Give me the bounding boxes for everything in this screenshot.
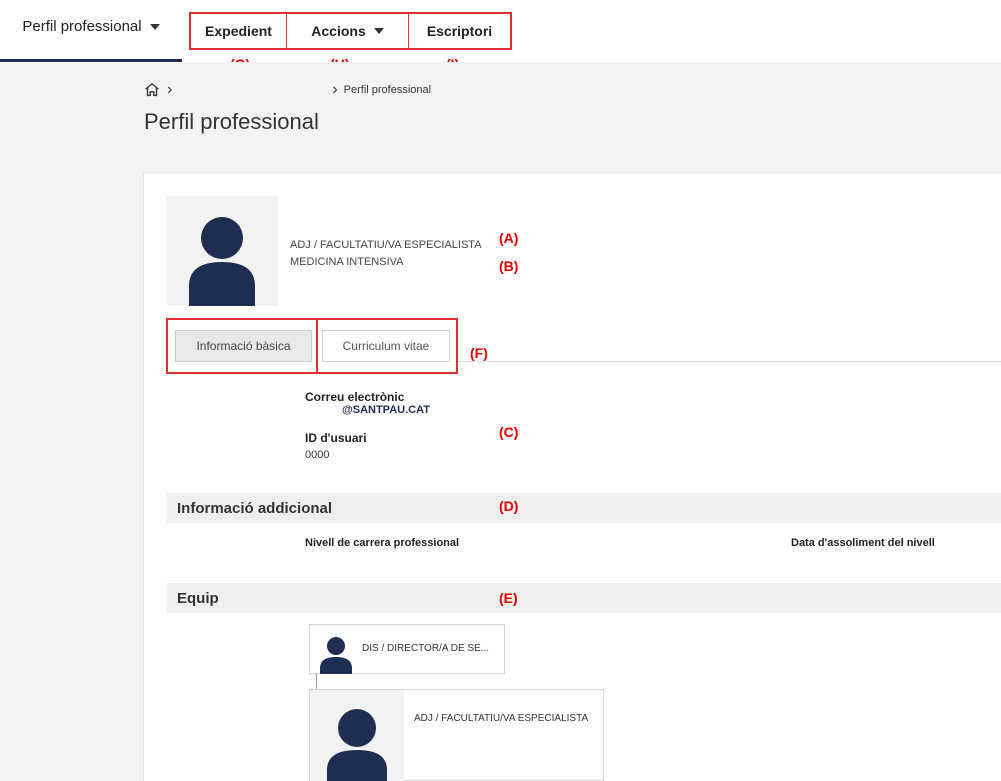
nav-profile-dropdown[interactable]: Perfil professional: [0, 0, 182, 62]
team-member-role: ADJ / FACULTATIU/VA ESPECIALISTA: [414, 713, 589, 724]
team-member-card[interactable]: ADJ / FACULTATIU/VA ESPECIALISTA: [309, 689, 604, 781]
user-id-label: ID d'usuari: [305, 431, 367, 445]
profile-role: ADJ / FACULTATIU/VA ESPECIALISTA: [290, 239, 482, 251]
tab-curriculum-vitae-label: Curriculum vitae: [342, 339, 430, 353]
nav-accions-dropdown[interactable]: Accions: [287, 14, 409, 48]
chevron-right-icon: ›: [167, 81, 173, 98]
section-additional-info: Informació addicional: [167, 493, 1001, 523]
home-icon[interactable]: [143, 81, 161, 99]
annotation-a: (A): [499, 230, 519, 246]
tab-informacio-basica[interactable]: Informació bàsica: [175, 330, 312, 362]
section-team-title: Equip: [177, 589, 219, 607]
profile-specialty: MEDICINA INTENSIVA: [290, 256, 404, 268]
email-value: @SANTPAU.CAT: [342, 404, 430, 416]
user-icon: [189, 217, 255, 306]
nav-profile-label: Perfil professional: [22, 18, 142, 35]
chevron-right-icon: ›: [332, 81, 338, 98]
annotation-f: (F): [470, 345, 488, 361]
chevron-down-icon: [373, 28, 384, 34]
nav-menu-group: Expedient Accions Escriptori: [189, 12, 512, 50]
chevron-down-icon: [149, 23, 160, 30]
nav-escriptori-label: Escriptori: [426, 23, 493, 39]
nav-accions-label: Accions: [311, 23, 366, 39]
team-manager-role: DIS / DIRECTOR/A DE SE...: [362, 643, 490, 654]
tabs-divider: [316, 318, 318, 374]
column-career-level: Nivell de carrera professional: [305, 537, 460, 549]
breadcrumb-current: Perfil professional: [343, 84, 432, 96]
nav-expedient-label: Expedient: [205, 23, 272, 39]
email-label: Correu electrònic: [305, 390, 405, 404]
nav-expedient[interactable]: Expedient: [191, 14, 287, 48]
profile-avatar: [167, 196, 278, 306]
breadcrumb: › › Perfil professional: [143, 80, 431, 100]
section-team: Equip: [167, 583, 1001, 613]
user-id-value: 0000: [305, 449, 330, 461]
tab-curriculum-vitae[interactable]: Curriculum vitae: [322, 330, 450, 362]
column-level-date: Data d'assoliment del nivell: [791, 537, 935, 549]
user-icon: [327, 709, 387, 781]
annotation-e: (E): [499, 590, 518, 606]
top-navigation: Perfil professional Expedient Accions Es…: [0, 0, 1001, 62]
nav-escriptori[interactable]: Escriptori: [409, 14, 510, 48]
team-manager-card[interactable]: DIS / DIRECTOR/A DE SE...: [309, 624, 505, 674]
annotation-b: (B): [499, 258, 519, 274]
page-title: Perfil professional: [144, 109, 319, 134]
annotation-c: (C): [499, 424, 519, 440]
team-member-avatar: [310, 690, 404, 781]
tab-informacio-basica-label: Informació bàsica: [196, 339, 291, 353]
user-icon: [320, 637, 352, 674]
tabs-underline: [458, 361, 1001, 362]
section-additional-info-title: Informació addicional: [177, 499, 333, 517]
annotation-d: (D): [499, 498, 519, 514]
